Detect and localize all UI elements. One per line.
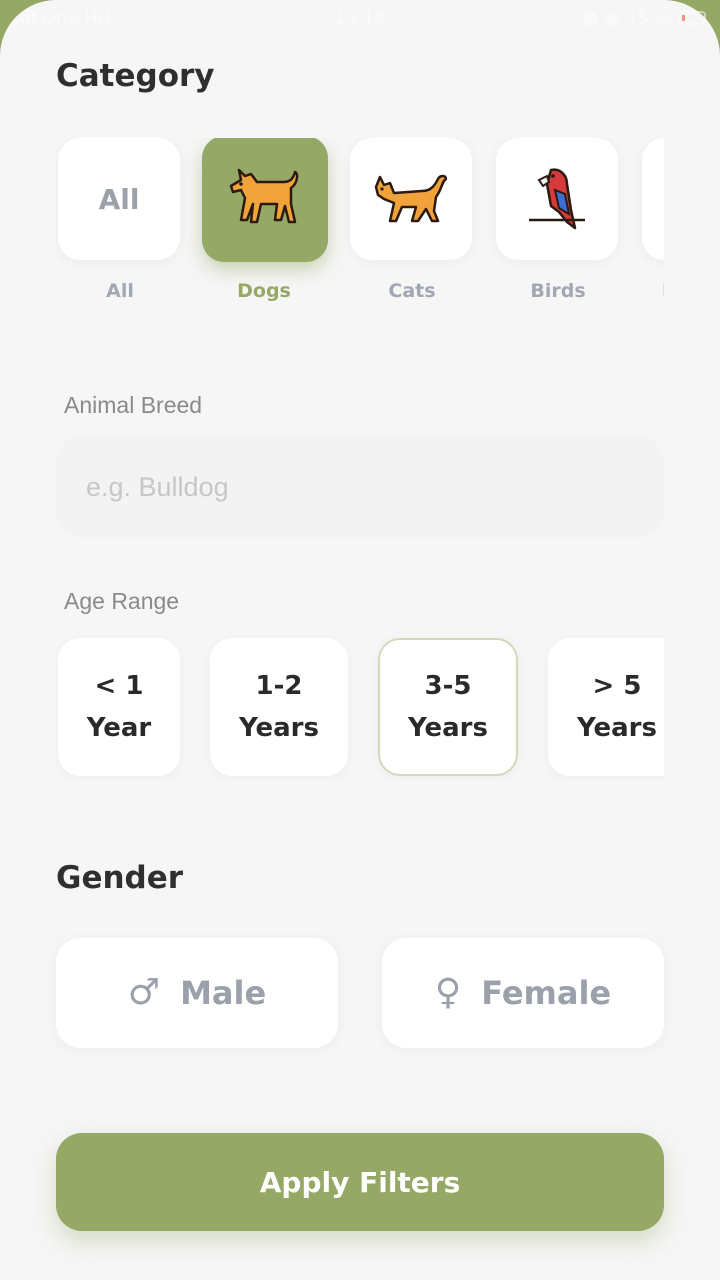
- parrot-icon: [529, 168, 585, 230]
- age-option-1-2[interactable]: 1-2 Years: [210, 638, 348, 776]
- category-tile-birds[interactable]: [496, 138, 618, 260]
- category-label: I: [642, 280, 664, 302]
- alarm-icon: ◉: [604, 7, 621, 29]
- category-birds[interactable]: Birds: [496, 138, 620, 302]
- dog-icon: [229, 168, 299, 224]
- gender-male-button[interactable]: ♂ Male: [56, 938, 338, 1048]
- gender-title: Gender: [56, 860, 184, 896]
- gender-label: Male: [180, 974, 267, 1012]
- category-label: All: [106, 280, 134, 302]
- age-line2: Years: [408, 713, 488, 743]
- signal-icon: [14, 11, 36, 25]
- status-bar: One HU ◠ 13:19 ● ◉ 15 %: [0, 0, 720, 36]
- category-all[interactable]: All All: [58, 138, 182, 302]
- breed-label: Animal Breed: [64, 392, 203, 418]
- all-tile-text: All: [98, 182, 140, 216]
- age-line2: Year: [86, 713, 152, 743]
- status-left: One HU ◠: [14, 8, 133, 29]
- age-line1: 1-2: [255, 671, 303, 701]
- age-range-list[interactable]: < 1 Year 1-2 Years 3-5 Years > 5 Years: [56, 636, 664, 780]
- gender-label: Female: [481, 974, 612, 1012]
- filter-sheet: Category All All Dogs Cats Birds Animal …: [0, 0, 720, 1280]
- age-option-over-5[interactable]: > 5 Years: [548, 638, 664, 776]
- category-title: Category: [56, 58, 215, 94]
- category-list[interactable]: All All Dogs Cats Birds: [56, 138, 664, 318]
- breed-input[interactable]: [56, 436, 664, 538]
- category-tile-all[interactable]: All: [58, 138, 180, 260]
- category-cats[interactable]: Cats: [350, 138, 474, 302]
- cat-icon: [374, 174, 448, 223]
- carrier-name: One HU: [42, 7, 112, 29]
- category-label: Dogs: [237, 280, 291, 302]
- status-right: ● ◉ 15 %: [583, 8, 706, 29]
- person-icon: ●: [582, 7, 599, 29]
- age-line2: Years: [577, 713, 657, 743]
- battery-icon: [678, 11, 706, 25]
- gender-female-button[interactable]: ♀ Female: [382, 938, 664, 1048]
- category-dogs[interactable]: Dogs: [202, 138, 328, 302]
- age-line1: < 1: [94, 671, 144, 701]
- category-tile-cats[interactable]: [350, 138, 472, 260]
- age-range-label: Age Range: [64, 588, 180, 614]
- age-option-under-1[interactable]: < 1 Year: [58, 638, 180, 776]
- age-option-3-5[interactable]: 3-5 Years: [378, 638, 518, 776]
- age-line2: Years: [239, 713, 319, 743]
- age-line1: 3-5: [424, 671, 472, 701]
- wifi-icon: ◠: [117, 7, 133, 29]
- category-more[interactable]: I: [642, 138, 664, 302]
- category-tile-dogs[interactable]: [202, 138, 328, 262]
- apply-filters-button[interactable]: Apply Filters: [56, 1133, 664, 1231]
- battery-percent: 15 %: [626, 7, 672, 29]
- female-icon: ♀: [434, 972, 462, 1013]
- category-label: Birds: [530, 280, 586, 302]
- age-line1: > 5: [592, 671, 642, 701]
- category-label: Cats: [388, 280, 436, 302]
- male-icon: ♂: [127, 972, 161, 1013]
- category-tile-more[interactable]: [642, 138, 664, 260]
